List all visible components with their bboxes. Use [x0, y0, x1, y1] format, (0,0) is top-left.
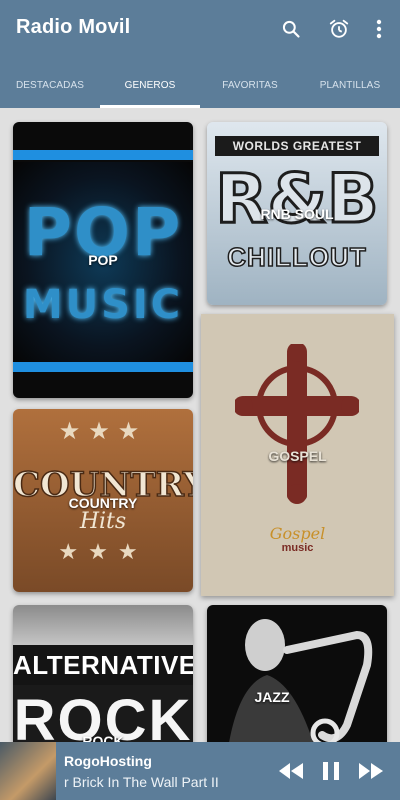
- pop-art-bottom: MUSIC: [22, 282, 184, 328]
- more-vert-icon: [376, 19, 382, 39]
- search-icon: [282, 20, 300, 38]
- rock-art-top: ALTERNATIVE: [13, 645, 193, 685]
- rnb-art-header: WORLDS GREATEST: [215, 136, 379, 156]
- alarm-button[interactable]: [322, 12, 356, 46]
- alarm-clock-icon: [329, 19, 349, 38]
- app-title: Radio Movil: [16, 16, 131, 38]
- genre-card-rnb-soul[interactable]: WORLDS GREATEST R&B CHILLOUT RNB SOUL: [207, 122, 387, 305]
- pop-band-bottom: [13, 362, 193, 372]
- genre-label-rock: ROCK: [82, 733, 124, 742]
- country-stars-top: ★★★: [58, 418, 148, 445]
- app-bar: Radio Movil DESTACADAS GENEROS FAVORITAS…: [0, 0, 400, 108]
- now-playing-bar[interactable]: RogoHosting r Brick In The Wall Part II: [0, 742, 400, 800]
- track-title: r Brick In The Wall Part II: [64, 774, 219, 790]
- genre-card-jazz[interactable]: JAZZ: [207, 605, 387, 742]
- album-art-thumbnail: [0, 742, 56, 800]
- gospel-art-music: music: [281, 542, 314, 554]
- rnb-art-sub: CHILLOUT: [227, 241, 367, 273]
- tab-favoritas[interactable]: FAVORITAS: [200, 62, 300, 108]
- tab-plantillas[interactable]: PLANTILLAS: [300, 62, 400, 108]
- genre-label-country: COUNTRY: [68, 495, 138, 511]
- rewind-icon: [279, 763, 303, 779]
- tab-bar: DESTACADAS GENEROS FAVORITAS PLANTILLAS: [0, 62, 400, 108]
- saxophone-player-image: [229, 619, 373, 742]
- country-art-sub: Hits: [79, 509, 127, 534]
- more-options-button[interactable]: [362, 12, 396, 46]
- genre-card-gospel[interactable]: GOSPEL Gospel music: [201, 314, 394, 596]
- genre-label-pop: POP: [88, 252, 118, 268]
- tab-generos[interactable]: GENEROS: [100, 62, 200, 108]
- gospel-art-script: Gospel: [269, 524, 326, 543]
- tab-destacadas[interactable]: DESTACADAS: [0, 62, 100, 108]
- pop-band-top: [13, 150, 193, 160]
- fast-forward-icon: [359, 763, 383, 779]
- genre-card-pop[interactable]: POP MUSIC POP: [13, 122, 193, 398]
- rewind-button[interactable]: [275, 756, 307, 786]
- fast-forward-button[interactable]: [355, 756, 387, 786]
- genre-card-country[interactable]: ★★★ COUNTRY Hits ★★★ COUNTRY: [13, 409, 193, 592]
- pause-icon: [323, 762, 339, 780]
- genre-card-rock[interactable]: ALTERNATIVE ROCK ROCK: [13, 605, 193, 742]
- genre-label-rnb-soul: RNB SOUL: [260, 206, 334, 222]
- rnb-art-main: R&B: [214, 159, 381, 241]
- genres-grid: POP MUSIC POP WORLDS GREATEST R&B CHILLO…: [0, 108, 400, 742]
- cross-icon: [235, 344, 359, 504]
- pause-button[interactable]: [315, 756, 347, 786]
- search-button[interactable]: [274, 12, 308, 46]
- genre-label-jazz: JAZZ: [254, 689, 290, 705]
- genre-label-gospel: GOSPEL: [268, 448, 327, 464]
- country-stars-bottom: ★★★: [58, 539, 148, 564]
- station-name: RogoHosting: [64, 753, 152, 769]
